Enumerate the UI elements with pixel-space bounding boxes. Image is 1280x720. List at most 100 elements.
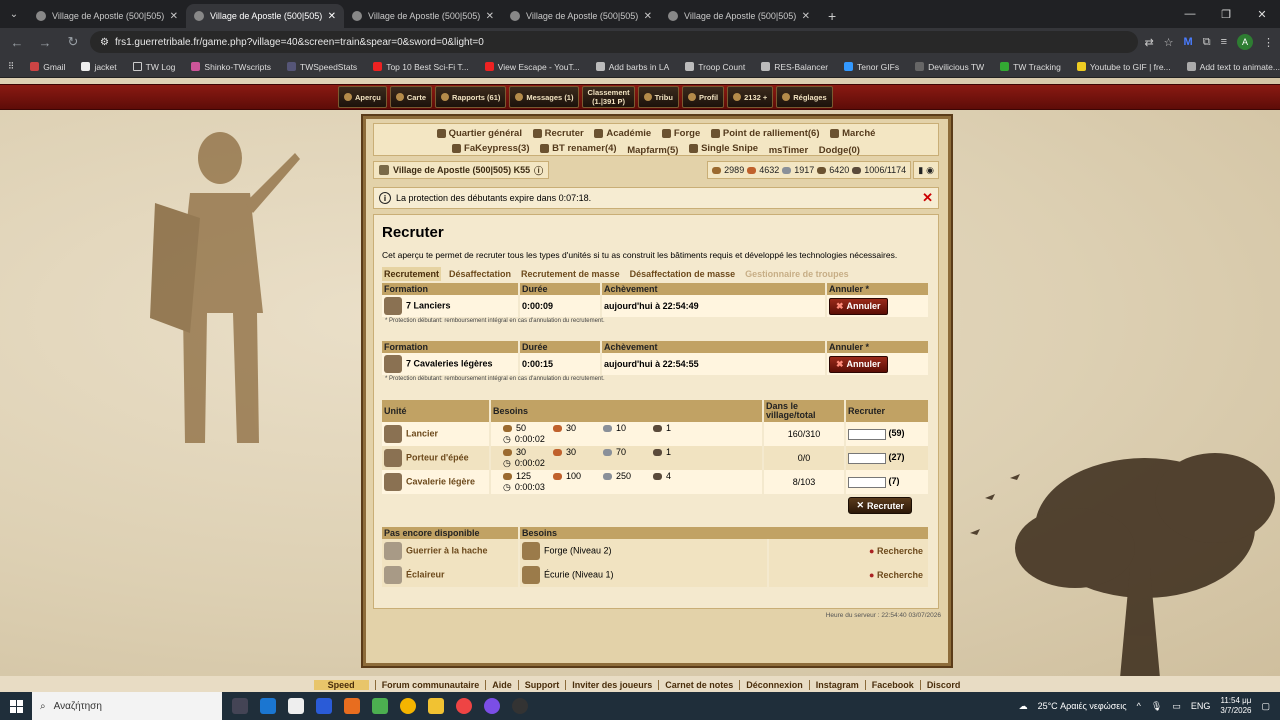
menu-forge[interactable]: Forge	[661, 127, 700, 140]
recruit-quantity-input[interactable]	[848, 476, 886, 488]
minimize-icon[interactable]: —	[1172, 0, 1208, 28]
bookmark[interactable]: jacket	[81, 62, 117, 72]
chrome-active-icon[interactable]	[456, 698, 472, 714]
close-tab-icon[interactable]: ✕	[802, 11, 810, 22]
bookmark[interactable]: Devilicious TW	[915, 62, 984, 72]
site-info-icon[interactable]: ⚙	[100, 37, 109, 48]
bookmark[interactable]: Add text to animate...	[1186, 62, 1280, 72]
menu-fakeypress[interactable]: FaKeypress(3)	[452, 142, 530, 155]
menu-tribu[interactable]: Tribu	[637, 86, 679, 108]
chrome-icon[interactable]	[400, 698, 416, 714]
close-window-icon[interactable]: ✕	[1244, 0, 1280, 28]
extensions-icon[interactable]: ⧉	[1203, 36, 1211, 49]
extension-m-icon[interactable]: M	[1184, 36, 1193, 48]
address-bar[interactable]: ⚙ frs1.guerretribale.fr/game.php?village=…	[90, 31, 1139, 53]
bookmark[interactable]: Top 10 Best Sci-Fi T...	[373, 62, 469, 72]
max-recruit[interactable]: (59)	[889, 428, 905, 438]
footer-support[interactable]: Support	[517, 680, 566, 690]
forward-icon[interactable]: →	[34, 35, 56, 50]
app-dark-icon[interactable]	[512, 698, 528, 714]
footer-inviter[interactable]: Inviter des joueurs	[565, 680, 658, 690]
reload-icon[interactable]: ↻	[62, 34, 84, 50]
close-notice-icon[interactable]: ✕	[922, 190, 933, 206]
apps-grid-icon[interactable]: ⠿	[8, 61, 14, 72]
unit-name[interactable]: Cavalerie légère	[406, 476, 475, 486]
menu-academie[interactable]: Académie	[594, 127, 651, 140]
bookmark[interactable]: Shinko-TWscripts	[191, 62, 271, 72]
village-name-box[interactable]: Village de Apostle (500|505) K55 ⓘ	[373, 161, 550, 179]
app-m-icon[interactable]	[316, 698, 332, 714]
footer-forum[interactable]: Forum communautaire	[374, 680, 486, 690]
max-recruit[interactable]: (7)	[889, 476, 900, 486]
menu-bt-renamer[interactable]: BT renamer(4)	[540, 142, 617, 155]
bookmark[interactable]: Gmail	[30, 62, 65, 72]
menu-messages[interactable]: Messages (1)	[509, 86, 580, 108]
media-icon[interactable]: ≡	[1221, 36, 1227, 48]
task-view-icon[interactable]	[232, 698, 248, 714]
tab-recrutement-masse[interactable]: Recrutement de masse	[519, 267, 622, 281]
menu-dodge[interactable]: Dodge(0)	[819, 144, 860, 157]
menu-mstimer[interactable]: msTimer	[769, 144, 808, 157]
menu-rapports[interactable]: Rapports (61)	[435, 86, 507, 108]
translate-icon[interactable]: ⇄	[1144, 36, 1153, 49]
menu-apercu[interactable]: Aperçu	[338, 86, 387, 108]
settings-gear-icon[interactable]: ◉	[926, 165, 934, 176]
browser-tab[interactable]: Village de Apostle (500|505) - G ✕	[344, 4, 502, 28]
info-icon[interactable]: ⓘ	[534, 164, 543, 177]
footer-deconnexion[interactable]: Déconnexion	[739, 680, 809, 690]
close-tab-icon[interactable]: ✕	[486, 11, 494, 22]
bookmark-star-icon[interactable]: ☆	[1164, 36, 1174, 49]
recruit-button[interactable]: ✕ Recruter	[848, 497, 912, 514]
bookmark[interactable]: Troop Count	[685, 62, 745, 72]
menu-carte[interactable]: Carte	[389, 86, 433, 108]
bookmark[interactable]: Tenor GIFs	[844, 62, 899, 72]
menu-recruter[interactable]: Recruter	[532, 127, 584, 140]
outlook-icon[interactable]	[260, 698, 276, 714]
tab-desaffectation[interactable]: Désaffectation	[447, 267, 513, 281]
menu-points[interactable]: 2132 +	[727, 86, 774, 108]
network-icon[interactable]: ▭	[1172, 701, 1181, 712]
back-icon[interactable]: ←	[6, 35, 28, 50]
close-tab-icon[interactable]: ✕	[170, 11, 178, 22]
research-link[interactable]: ● Recherche	[869, 546, 923, 556]
bookmark[interactable]: View Escape - YouT...	[484, 62, 580, 72]
bookmark[interactable]: Youtube to GIF | fre...	[1076, 62, 1171, 72]
menu-single-snipe[interactable]: Single Snipe	[689, 142, 758, 155]
menu-reglages[interactable]: Réglages	[776, 86, 833, 108]
tab-recrutement[interactable]: Recrutement	[382, 267, 442, 281]
bookmark[interactable]: TW Tracking	[1000, 62, 1061, 72]
taskbar-search[interactable]: ⌕ Αναζήτηση	[32, 692, 222, 720]
bookmark-folder[interactable]: TW Log	[132, 62, 175, 72]
recruit-quantity-input[interactable]	[848, 428, 886, 440]
restore-icon[interactable]: ❐	[1208, 0, 1244, 28]
menu-marche[interactable]: Marché	[830, 127, 875, 140]
research-link[interactable]: ● Recherche	[869, 570, 923, 580]
bookmark[interactable]: RES-Balancer	[761, 62, 828, 72]
notification-icon[interactable]: ▢	[1261, 701, 1270, 712]
menu-classement[interactable]: Classement (1.|391 P)	[582, 86, 635, 108]
recruit-quantity-input[interactable]	[848, 452, 886, 464]
browser-tab-active[interactable]: Village de Apostle (500|505) - G ✕	[186, 4, 344, 28]
browser-tab[interactable]: Village de Apostle (500|505) - G ✕	[660, 4, 818, 28]
close-tab-icon[interactable]: ✕	[644, 11, 652, 22]
footer-instagram[interactable]: Instagram	[808, 680, 865, 690]
browser-tab[interactable]: Village de Apostle (500|505) - G ✕	[28, 4, 186, 28]
menu-point-de-ralliement[interactable]: Point de ralliement(6)	[710, 127, 820, 140]
menu-mapfarm[interactable]: Mapfarm(5)	[627, 144, 678, 157]
cancel-button[interactable]: ✖ Annuler	[829, 355, 888, 373]
weather-text[interactable]: 25°C Αραιές νεφώσεις	[1038, 701, 1127, 711]
footer-carnet[interactable]: Carnet de notes	[658, 680, 739, 690]
menu-icon[interactable]: ⋮	[1263, 36, 1274, 49]
app-orange-icon[interactable]	[344, 698, 360, 714]
cancel-button[interactable]: ✖ Annuler	[829, 297, 888, 315]
file-explorer-icon[interactable]	[428, 698, 444, 714]
tab-search-chevron-icon[interactable]: ⌄	[0, 0, 28, 28]
menu-profil[interactable]: Profil	[681, 86, 725, 108]
max-recruit[interactable]: (27)	[889, 452, 905, 462]
unit-name[interactable]: Porteur d'épée	[406, 452, 469, 462]
profile-avatar[interactable]: A	[1237, 34, 1253, 50]
clock[interactable]: 11:54 μμ 3/7/2026	[1220, 696, 1251, 716]
bookmark[interactable]: TWSpeedStats	[287, 62, 357, 72]
app-purple-icon[interactable]	[484, 698, 500, 714]
unit-name[interactable]: Lancier	[406, 428, 438, 438]
